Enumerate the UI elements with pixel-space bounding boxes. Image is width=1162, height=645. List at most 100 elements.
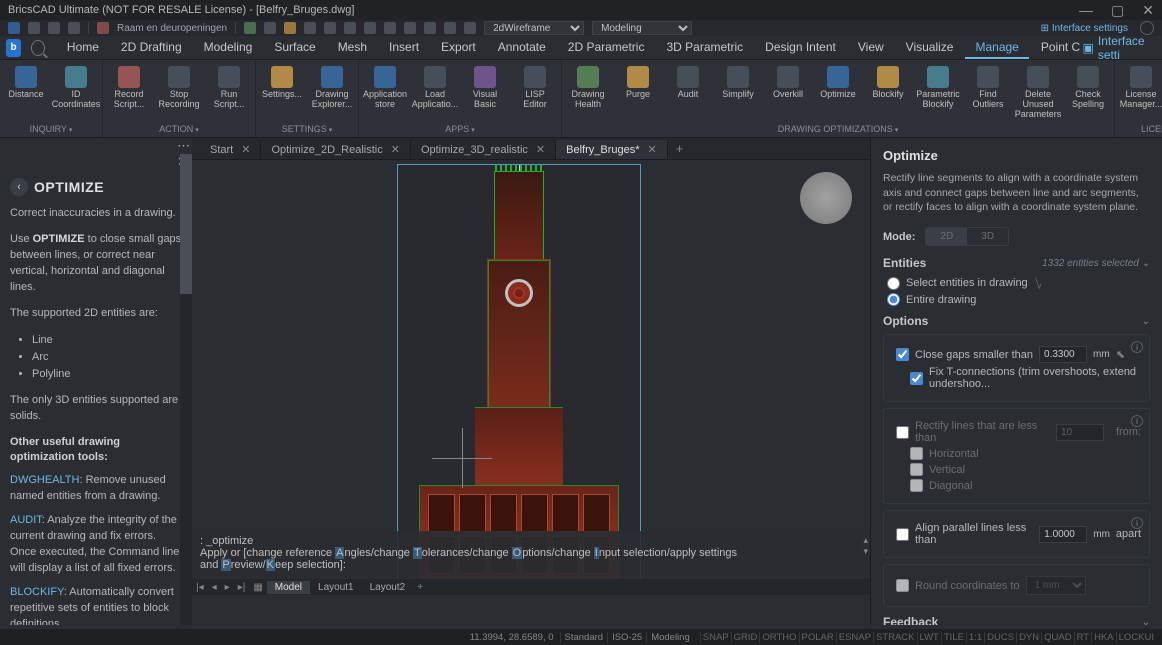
- ribbon-overkill-button[interactable]: Overkill: [766, 64, 810, 100]
- ribbon-group-title[interactable]: Settings: [260, 123, 354, 135]
- ribbon-find-button[interactable]: Find Outliers: [966, 64, 1010, 110]
- menu-tab-manage[interactable]: Manage: [965, 37, 1028, 59]
- ribbon-purge-button[interactable]: Purge: [616, 64, 660, 100]
- status-toggle-dyn[interactable]: DYN: [1016, 632, 1041, 643]
- tool-icon[interactable]: [304, 22, 316, 34]
- layout-tab[interactable]: Model: [267, 581, 310, 594]
- new-tab-button[interactable]: +: [668, 138, 692, 159]
- menu-tab-modeling[interactable]: Modeling: [194, 37, 263, 59]
- menu-tab-visualize[interactable]: Visualize: [896, 37, 964, 59]
- ribbon-application-button[interactable]: Application store: [363, 64, 407, 110]
- mode-3d-button[interactable]: 3D: [967, 228, 1008, 245]
- layout-prev-button[interactable]: ◂: [208, 582, 221, 593]
- ribbon-group-title[interactable]: Inquiry: [4, 123, 98, 135]
- status-segment[interactable]: Modeling: [646, 632, 694, 643]
- ribbon-parametric-button[interactable]: Parametric Blockify: [916, 64, 960, 110]
- status-toggle-grid[interactable]: GRID: [731, 632, 760, 643]
- ribbon-stop-button[interactable]: Stop Recording: [157, 64, 201, 110]
- canvas[interactable]: : _optimize Apply or [change reference A…: [192, 160, 870, 625]
- tool-icon[interactable]: [464, 22, 476, 34]
- menu-tab-design-intent[interactable]: Design Intent: [755, 37, 846, 59]
- minimize-button[interactable]: —: [1079, 2, 1093, 19]
- ribbon-drawing-button[interactable]: Drawing Explorer...: [310, 64, 354, 110]
- status-segment[interactable]: Standard: [560, 632, 608, 643]
- maximize-button[interactable]: ▢: [1111, 2, 1124, 19]
- menu-tab-2d-parametric[interactable]: 2D Parametric: [558, 37, 655, 59]
- menu-tab-surface[interactable]: Surface: [264, 37, 325, 59]
- ribbon-optimize-button[interactable]: Optimize: [816, 64, 860, 100]
- menu-tab-insert[interactable]: Insert: [379, 37, 429, 59]
- tool-icon[interactable]: [324, 22, 336, 34]
- rectify-input[interactable]: [1056, 424, 1104, 441]
- ribbon-delete-unused-button[interactable]: Delete Unused Parameters: [1016, 64, 1060, 120]
- ribbon-group-title[interactable]: Apps: [363, 123, 557, 135]
- panel-undock-icon[interactable]: ⋯: [177, 138, 190, 154]
- ribbon-visual-button[interactable]: Visual Basic: [463, 64, 507, 110]
- fix-t-check[interactable]: Fix T-connections (trim overshoots, exte…: [910, 366, 1141, 390]
- close-gaps-input[interactable]: [1039, 346, 1087, 363]
- ribbon-load-button[interactable]: Load Applicatio...: [413, 64, 457, 110]
- command-line[interactable]: : _optimize Apply or [change reference A…: [192, 531, 870, 579]
- close-gaps-check[interactable]: Close gaps smaller than mm ⬉: [896, 346, 1141, 363]
- layout-first-button[interactable]: |◂: [192, 582, 208, 593]
- help-tool-link[interactable]: DWGHEALTH: [10, 474, 79, 486]
- cmd-scroll-icon[interactable]: ▴▾: [863, 535, 868, 557]
- round-select[interactable]: 1 mm: [1026, 576, 1086, 595]
- workspace-select[interactable]: Modeling: [592, 21, 692, 35]
- scrollbar[interactable]: [180, 154, 192, 625]
- qat-icon[interactable]: [8, 22, 20, 34]
- menu-tab-3d-parametric[interactable]: 3D Parametric: [656, 37, 753, 59]
- close-button[interactable]: ✕: [1142, 2, 1154, 19]
- doc-tab[interactable]: Optimize_2D_Realistic✕: [261, 140, 410, 159]
- tab-close-icon[interactable]: ✕: [648, 143, 657, 156]
- layer-name[interactable]: Raam en deuropeningen: [117, 23, 227, 34]
- menu-tab-point-cloud[interactable]: Point Cloud: [1031, 37, 1081, 59]
- round-check[interactable]: Round coordinates to 1 mm: [896, 576, 1141, 595]
- chevron-down-icon[interactable]: ⌄: [1142, 617, 1150, 625]
- status-toggle-ducs[interactable]: DUCS: [984, 632, 1016, 643]
- menu-tab-export[interactable]: Export: [431, 37, 486, 59]
- info-icon[interactable]: i: [1131, 415, 1143, 427]
- layout-tab[interactable]: Layout1: [310, 581, 362, 594]
- status-toggle-tile[interactable]: TILE: [941, 632, 966, 643]
- ribbon-drawing-button[interactable]: Drawing Health: [566, 64, 610, 110]
- ribbon-group-title[interactable]: Action: [107, 123, 251, 135]
- tab-close-icon[interactable]: ✕: [241, 143, 250, 156]
- tool-icon[interactable]: [364, 22, 376, 34]
- help-tool-link[interactable]: BLOCKIFY: [10, 586, 64, 598]
- rectify-check[interactable]: Rectify lines that are less than from:: [896, 420, 1141, 444]
- status-toggle-polar[interactable]: POLAR: [799, 632, 836, 643]
- status-toggle-esnap[interactable]: ESNAP: [836, 632, 873, 643]
- info-icon[interactable]: i: [1131, 517, 1143, 529]
- tool-icon[interactable]: [264, 22, 276, 34]
- menu-tab-annotate[interactable]: Annotate: [488, 37, 556, 59]
- tool-icon[interactable]: [424, 22, 436, 34]
- menu-tab-mesh[interactable]: Mesh: [328, 37, 377, 59]
- app-logo-button[interactable]: b: [6, 39, 21, 57]
- tool-icon[interactable]: [404, 22, 416, 34]
- menu-tab-view[interactable]: View: [848, 37, 894, 59]
- status-toggle-lockui[interactable]: LOCKUI: [1116, 632, 1156, 643]
- tool-icon[interactable]: [344, 22, 356, 34]
- status-toggle-snap[interactable]: SNAP: [700, 632, 731, 643]
- interface-settings-link[interactable]: ⊞ Interface settings: [1041, 23, 1128, 34]
- horizontal-check[interactable]: Horizontal: [910, 447, 1141, 460]
- ribbon-run-button[interactable]: Run Script...: [207, 64, 251, 110]
- ribbon-group-title[interactable]: Drawing Optimizations: [566, 123, 1110, 135]
- menu-tab-2d-drafting[interactable]: 2D Drafting: [111, 37, 192, 59]
- status-segment[interactable]: ISO-25: [607, 632, 646, 643]
- status-toggle-strack[interactable]: STRACK: [873, 632, 917, 643]
- status-toggle-ortho[interactable]: ORTHO: [759, 632, 798, 643]
- view-cube[interactable]: [800, 172, 852, 224]
- tool-icon[interactable]: [244, 22, 256, 34]
- status-toggle-hka[interactable]: HKA: [1091, 632, 1116, 643]
- help-tool-link[interactable]: AUDIT: [10, 514, 42, 526]
- layout-next-button[interactable]: ▸: [221, 582, 234, 593]
- ribbon-distance-button[interactable]: Distance: [4, 64, 48, 100]
- menu-tab-home[interactable]: Home: [57, 37, 109, 59]
- tab-close-icon[interactable]: ✕: [536, 143, 545, 156]
- status-toggle-lwt[interactable]: LWT: [917, 632, 941, 643]
- pick-icon[interactable]: ⬉: [1116, 348, 1125, 361]
- ribbon-blockify-button[interactable]: Blockify: [866, 64, 910, 100]
- chevron-down-icon[interactable]: ⌄: [1142, 258, 1150, 269]
